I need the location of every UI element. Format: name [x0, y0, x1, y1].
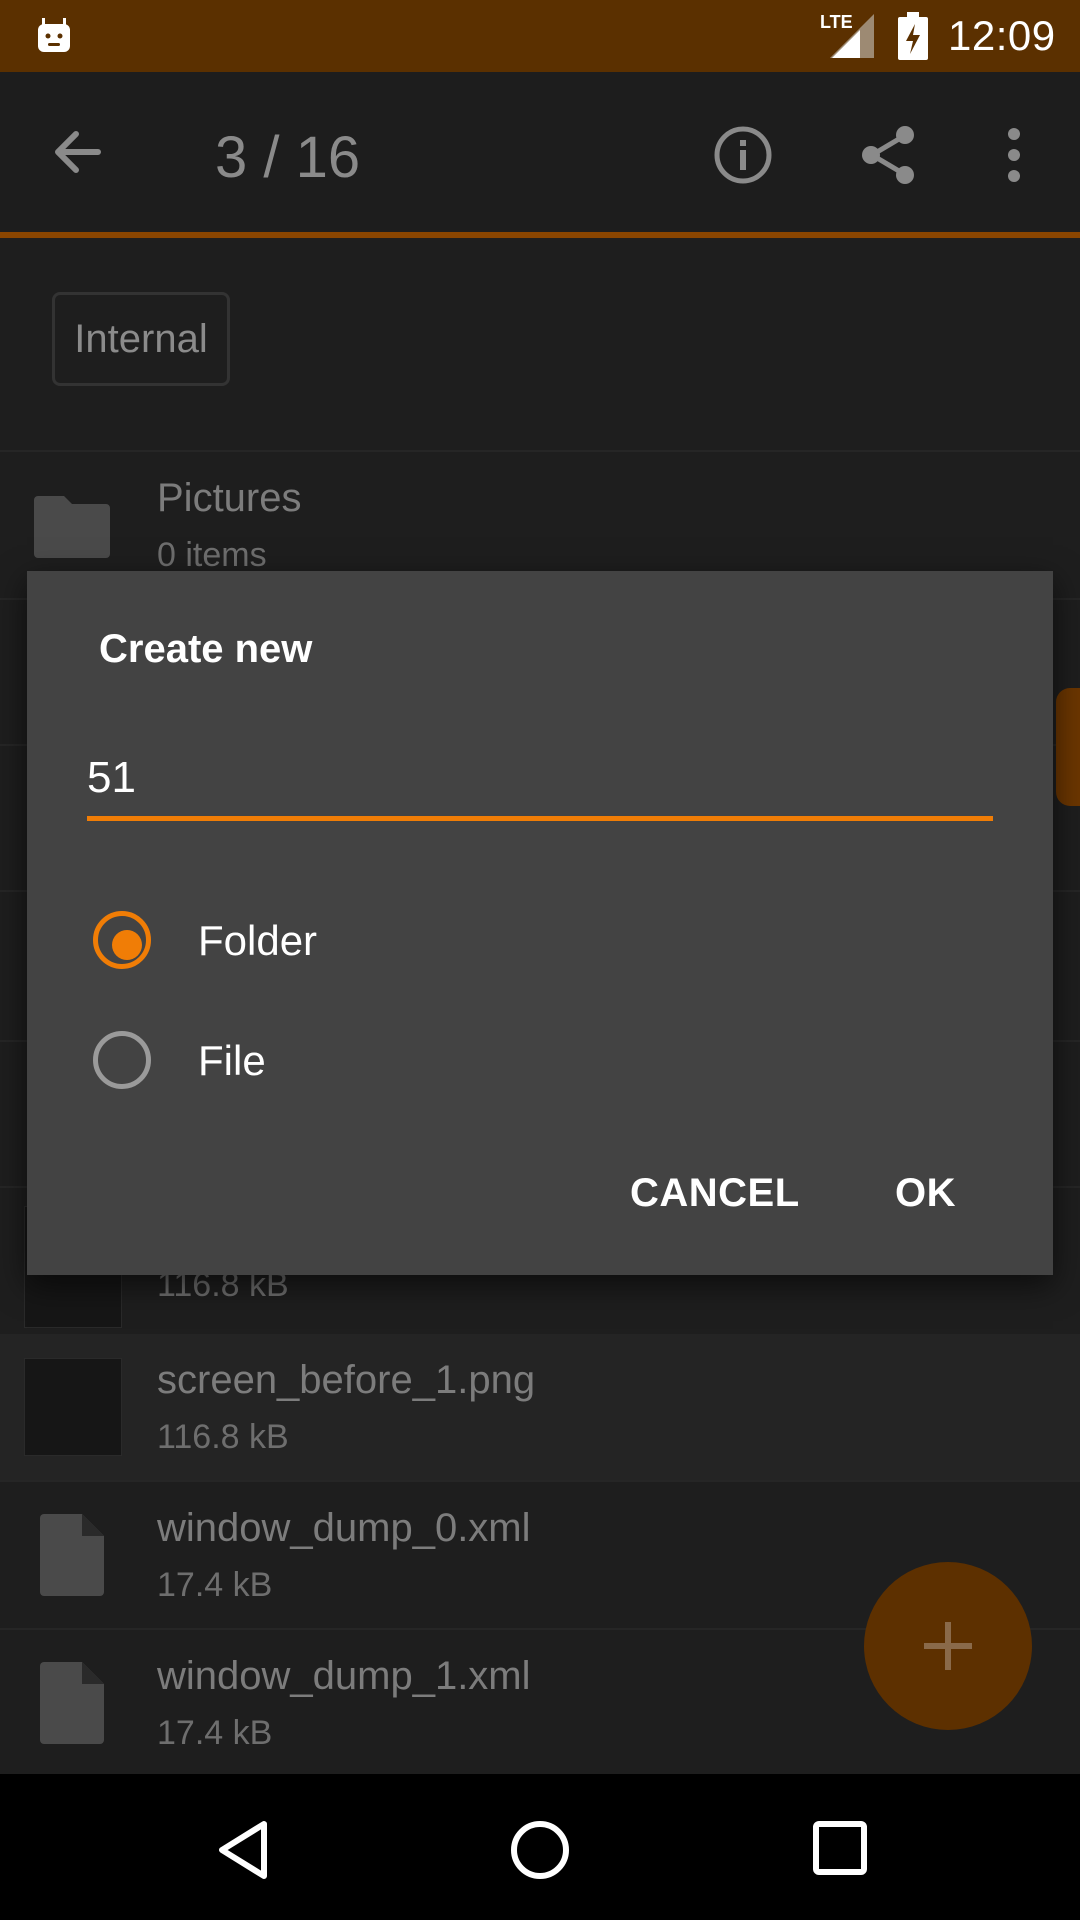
- lte-label: LTE: [820, 12, 853, 32]
- file-meta: 0 items: [157, 536, 267, 574]
- more-vert-icon[interactable]: [994, 124, 1034, 186]
- file-name: window_dump_0.xml: [157, 1506, 531, 1550]
- share-icon[interactable]: [858, 124, 920, 186]
- image-thumbnail: [24, 1358, 122, 1456]
- storage-chip[interactable]: Internal: [52, 292, 230, 386]
- toolbar: 3 / 16: [0, 72, 1080, 232]
- nav-home-icon[interactable]: [508, 1818, 572, 1882]
- nav-back-icon[interactable]: [212, 1818, 276, 1882]
- ok-button[interactable]: OK: [895, 1171, 956, 1216]
- file-meta: 17.4 kB: [157, 1714, 273, 1752]
- android-app-icon: [38, 18, 70, 52]
- cancel-button[interactable]: CANCEL: [630, 1171, 800, 1216]
- radio-dot: [112, 930, 142, 960]
- plus-icon: [924, 1622, 972, 1670]
- list-item[interactable]: screen_before_1.png 116.8 kB: [0, 1334, 1080, 1480]
- file-icon: [40, 1514, 104, 1596]
- file-name: screen_before_1.png: [157, 1358, 536, 1402]
- file-name: Pictures: [157, 476, 302, 520]
- dialog-title: Create new: [99, 627, 313, 671]
- status-bar: LTE 12:09: [0, 0, 1080, 72]
- battery-charging-icon: [898, 12, 928, 60]
- page-counter-title: 3 / 16: [215, 125, 361, 190]
- add-fab-button[interactable]: [864, 1562, 1032, 1730]
- create-new-dialog: Create new 51 Folder File CANCEL OK: [27, 571, 1053, 1275]
- system-nav-bar: [0, 1774, 1080, 1920]
- file-meta: 116.8 kB: [157, 1418, 289, 1456]
- name-input-underline: [87, 816, 993, 821]
- radio-label-file: File: [198, 1037, 266, 1084]
- status-clock: 12:09: [948, 12, 1056, 59]
- back-arrow-icon[interactable]: [48, 122, 108, 182]
- nav-recents-icon[interactable]: [812, 1820, 868, 1876]
- fast-scroll-handle[interactable]: [1056, 688, 1080, 806]
- file-meta: 17.4 kB: [157, 1566, 273, 1604]
- file-name: window_dump_1.xml: [157, 1654, 531, 1698]
- radio-button-checked[interactable]: [93, 911, 151, 969]
- name-input[interactable]: 51: [87, 753, 993, 815]
- radio-label-folder: Folder: [198, 917, 318, 964]
- lte-signal-icon: LTE: [820, 12, 874, 58]
- folder-icon: [34, 496, 110, 558]
- info-icon[interactable]: [712, 124, 774, 186]
- radio-button-unchecked[interactable]: [93, 1031, 151, 1089]
- file-icon: [40, 1662, 104, 1744]
